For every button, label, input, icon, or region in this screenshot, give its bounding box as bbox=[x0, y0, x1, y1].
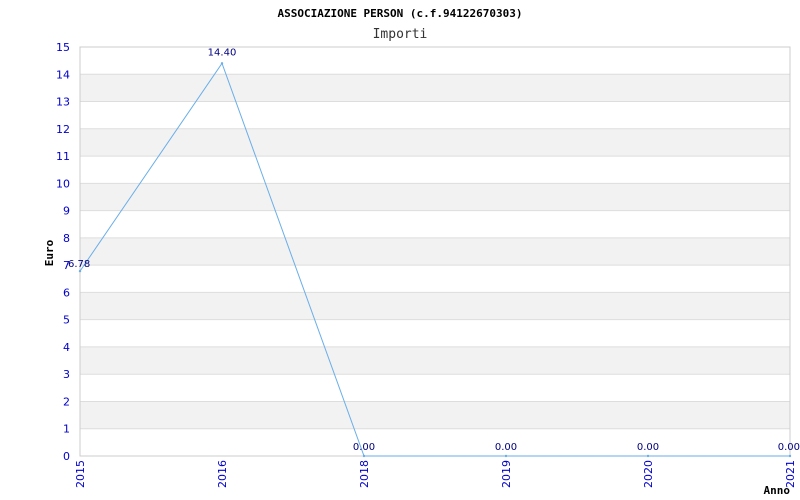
x-tick-label: 2015 bbox=[74, 460, 87, 488]
y-tick-label: 1 bbox=[63, 423, 70, 436]
y-tick-label: 9 bbox=[63, 205, 70, 218]
grid-bands bbox=[80, 74, 790, 429]
y-tick-label: 14 bbox=[56, 68, 70, 81]
x-tick-label: 2018 bbox=[358, 460, 371, 488]
grid-band bbox=[80, 292, 790, 320]
y-tick-label: 13 bbox=[56, 96, 70, 109]
data-label: 0.00 bbox=[778, 442, 800, 453]
y-tick-label: 11 bbox=[56, 150, 70, 163]
data-point bbox=[646, 454, 650, 458]
data-label: 0.00 bbox=[495, 442, 517, 453]
data-label: 6.78 bbox=[68, 259, 90, 270]
data-label: 14.40 bbox=[208, 47, 237, 58]
data-point bbox=[788, 454, 792, 458]
line-chart: ASSOCIAZIONE PERSON (c.f.94122670303) Im… bbox=[43, 7, 800, 497]
y-tick-label: 5 bbox=[63, 314, 70, 327]
data-point bbox=[78, 269, 82, 273]
grid-band bbox=[80, 183, 790, 211]
data-point bbox=[504, 454, 508, 458]
y-tick-label: 10 bbox=[56, 177, 70, 190]
y-axis-ticks: 0123456789101112131415 bbox=[56, 41, 70, 463]
data-label: 0.00 bbox=[353, 442, 375, 453]
y-tick-label: 6 bbox=[63, 286, 70, 299]
x-axis-label: Anno bbox=[764, 484, 791, 497]
data-point bbox=[220, 62, 224, 65]
chart-subtitle: Importi bbox=[373, 27, 428, 42]
y-tick-label: 2 bbox=[63, 395, 70, 408]
grid-band bbox=[80, 74, 790, 102]
grid-band bbox=[80, 346, 790, 375]
x-tick-label: 2016 bbox=[216, 460, 229, 488]
x-axis-ticks: 2015 2016 2018 2019 2020 2021 bbox=[74, 460, 797, 488]
y-tick-label: 0 bbox=[63, 450, 70, 463]
y-tick-label: 15 bbox=[56, 41, 70, 54]
y-tick-label: 4 bbox=[63, 341, 70, 354]
y-tick-label: 12 bbox=[56, 123, 70, 136]
x-tick-label: 2019 bbox=[500, 460, 513, 488]
x-tick-label: 2020 bbox=[642, 460, 655, 488]
y-tick-label: 3 bbox=[63, 368, 70, 381]
data-point bbox=[362, 454, 366, 458]
grid-band bbox=[80, 401, 790, 429]
y-tick-label: 8 bbox=[63, 232, 70, 245]
grid-band bbox=[80, 237, 790, 266]
y-axis-label: Euro bbox=[43, 239, 56, 266]
chart-title: ASSOCIAZIONE PERSON (c.f.94122670303) bbox=[277, 7, 522, 20]
data-label: 0.00 bbox=[637, 442, 659, 453]
grid-band bbox=[80, 128, 790, 157]
